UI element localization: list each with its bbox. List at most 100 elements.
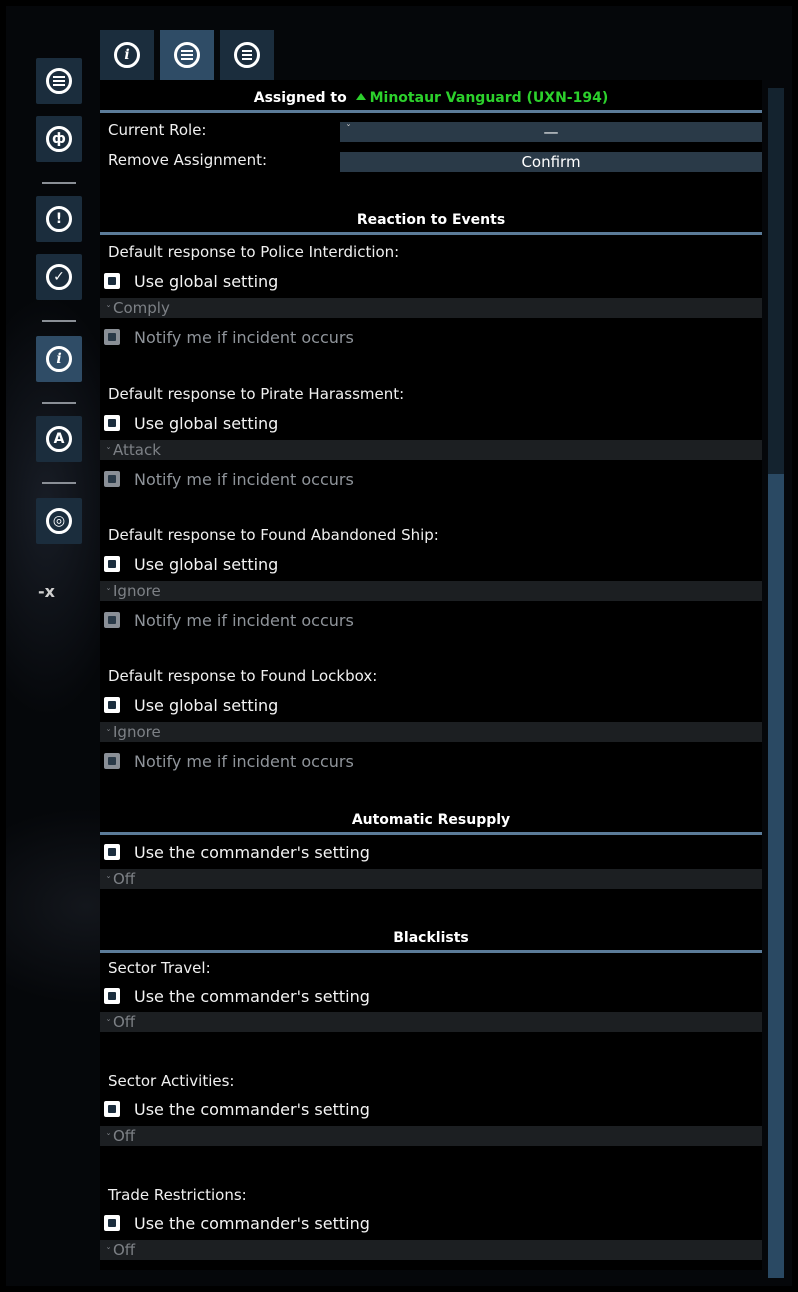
current-role-dropdown[interactable]: ˇ — <box>340 122 762 142</box>
resupply-header: Automatic Resupply <box>100 812 762 835</box>
list-icon <box>174 42 200 68</box>
alert-icon: ! <box>46 206 72 232</box>
reaction-title-0: Default response to Police Interdiction: <box>108 243 400 261</box>
checkbox-label: Use the commander's setting <box>134 842 370 862</box>
chevron-down-icon: ˇ <box>106 588 111 599</box>
blacklist-commander-checkbox-0[interactable]: Use the commander's setting <box>104 984 370 1008</box>
current-role-label: Current Role: <box>108 121 207 139</box>
checkbox-icon[interactable] <box>104 1101 120 1117</box>
current-role-value: — <box>543 123 559 141</box>
checkbox-label: Use the commander's setting <box>134 1099 370 1119</box>
chevron-down-icon: ˇ <box>106 1019 111 1030</box>
checkbox-label: Use global setting <box>134 271 279 291</box>
reaction-dropdown-0[interactable]: ˇ Comply <box>100 298 762 318</box>
confirm-button[interactable]: Confirm <box>340 152 762 172</box>
detail-list-icon <box>234 42 260 68</box>
dropdown-value: Attack <box>113 441 161 459</box>
checkbox-label: Notify me if incident occurs <box>134 327 354 347</box>
close-icon[interactable]: -x <box>38 582 55 601</box>
sidebar-button-fingerprint[interactable]: ◎ <box>36 498 82 544</box>
reaction-dropdown-1[interactable]: ˇ Attack <box>100 440 762 460</box>
behaviour-icon: ф <box>46 126 72 152</box>
reaction-notify-checkbox-2[interactable]: Notify me if incident occurs <box>104 608 354 632</box>
reaction-dropdown-2[interactable]: ˇ Ignore <box>100 581 762 601</box>
sidebar-button-behaviour[interactable]: ф <box>36 116 82 162</box>
dropdown-value: Off <box>113 1013 136 1031</box>
checkbox-icon[interactable] <box>104 329 120 345</box>
reaction-global-checkbox-0[interactable]: Use global setting <box>104 269 278 293</box>
chevron-down-icon: ˇ <box>106 876 111 887</box>
checkbox-label: Use the commander's setting <box>134 986 370 1006</box>
chevron-down-icon: ˇ <box>106 1247 111 1258</box>
dropdown-value: Comply <box>113 299 170 317</box>
sidebar-separator <box>42 402 76 404</box>
dropdown-value: Off <box>113 870 136 888</box>
reaction-notify-checkbox-3[interactable]: Notify me if incident occurs <box>104 749 354 773</box>
tab-list[interactable] <box>160 30 214 80</box>
checkbox-label: Use global setting <box>134 695 279 715</box>
reaction-header: Reaction to Events <box>100 212 762 235</box>
assigned-prefix: Assigned to <box>253 90 347 106</box>
tab-detail-list[interactable] <box>220 30 274 80</box>
checkbox-icon[interactable] <box>104 753 120 769</box>
commander-triangle-icon <box>355 92 366 100</box>
resupply-commander-checkbox[interactable]: Use the commander's setting <box>104 840 370 864</box>
chevron-down-icon: ˇ <box>346 124 351 135</box>
blacklist-commander-checkbox-1[interactable]: Use the commander's setting <box>104 1097 370 1121</box>
scrollbar-thumb[interactable] <box>768 474 784 1278</box>
blacklists-header: Blacklists <box>100 930 762 953</box>
sidebar-button-list[interactable] <box>36 58 82 104</box>
checkbox-label: Notify me if incident occurs <box>134 469 354 489</box>
sidebar-separator <box>42 182 76 184</box>
checkbox-icon[interactable] <box>104 415 120 431</box>
reaction-title-1: Default response to Pirate Harassment: <box>108 385 405 403</box>
reaction-global-checkbox-1[interactable]: Use global setting <box>104 411 278 435</box>
checkbox-icon[interactable] <box>104 273 120 289</box>
reaction-global-checkbox-2[interactable]: Use global setting <box>104 552 278 576</box>
checkbox-icon[interactable] <box>104 988 120 1004</box>
checkbox-label: Notify me if incident occurs <box>134 610 354 630</box>
reaction-title-3: Default response to Found Lockbox: <box>108 667 378 685</box>
checkbox-icon[interactable] <box>104 697 120 713</box>
checkbox-icon[interactable] <box>104 556 120 572</box>
dropdown-value: Ignore <box>113 582 161 600</box>
assignment-header: Assigned to Minotaur Vanguard (UXN-194) <box>100 90 762 113</box>
sidebar-button-standing-orders[interactable]: ✓ <box>36 254 82 300</box>
blacklist-dropdown-0[interactable]: ˇ Off <box>100 1012 762 1032</box>
blacklist-title-1: Sector Activities: <box>108 1072 235 1090</box>
standing-orders-icon: ✓ <box>46 264 72 290</box>
chevron-down-icon: ˇ <box>106 729 111 740</box>
sidebar-separator <box>42 482 76 484</box>
checkbox-label: Use the commander's setting <box>134 1213 370 1233</box>
reaction-global-checkbox-3[interactable]: Use global setting <box>104 693 278 717</box>
chevron-down-icon: ˇ <box>106 305 111 316</box>
chevron-down-icon: ˇ <box>106 447 111 458</box>
tab-info[interactable]: i <box>100 30 154 80</box>
dropdown-value: Ignore <box>113 723 161 741</box>
reaction-notify-checkbox-0[interactable]: Notify me if incident occurs <box>104 325 354 349</box>
checkbox-icon[interactable] <box>104 612 120 628</box>
sidebar-button-info[interactable]: i <box>36 336 82 382</box>
list-icon <box>46 68 72 94</box>
blacklist-commander-checkbox-2[interactable]: Use the commander's setting <box>104 1211 370 1235</box>
checkbox-icon[interactable] <box>104 1215 120 1231</box>
checkbox-icon[interactable] <box>104 844 120 860</box>
resupply-dropdown[interactable]: ˇ Off <box>100 869 762 889</box>
reaction-notify-checkbox-1[interactable]: Notify me if incident occurs <box>104 467 354 491</box>
blacklist-dropdown-2[interactable]: ˇ Off <box>100 1240 762 1260</box>
sidebar-button-crew[interactable]: A <box>36 416 82 462</box>
checkbox-label: Use global setting <box>134 413 279 433</box>
crew-icon: A <box>46 426 72 452</box>
info-icon: i <box>114 42 140 68</box>
dropdown-value: Off <box>113 1241 136 1259</box>
reaction-dropdown-3[interactable]: ˇ Ignore <box>100 722 762 742</box>
blacklist-title-0: Sector Travel: <box>108 959 211 977</box>
sidebar-button-alert[interactable]: ! <box>36 196 82 242</box>
chevron-down-icon: ˇ <box>106 1133 111 1144</box>
commander-name[interactable]: Minotaur Vanguard (UXN-194) <box>370 90 609 106</box>
blacklist-dropdown-1[interactable]: ˇ Off <box>100 1126 762 1146</box>
blacklist-title-2: Trade Restrictions: <box>108 1186 247 1204</box>
checkbox-label: Notify me if incident occurs <box>134 751 354 771</box>
checkbox-icon[interactable] <box>104 471 120 487</box>
info-icon: i <box>46 346 72 372</box>
